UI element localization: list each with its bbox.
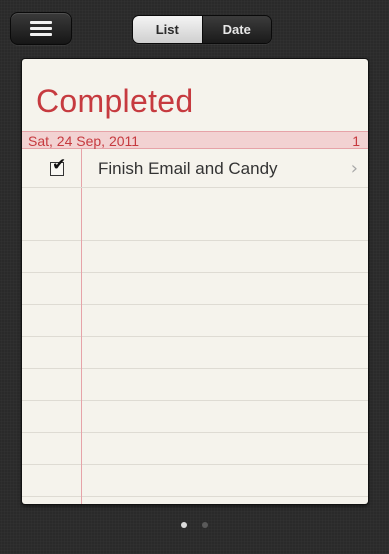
list-item-label: Finish Email and Candy xyxy=(98,159,278,178)
chevron-right-icon: › xyxy=(350,158,358,179)
reminders-list-page: Completed Sat, 24 Sep, 2011 1 ✔ Finish E… xyxy=(22,59,368,504)
completed-checkbox[interactable]: ✔ xyxy=(50,157,66,176)
toolbar: List Date xyxy=(0,0,389,58)
page-dot-current xyxy=(181,522,187,528)
section-count: 1 xyxy=(352,133,360,149)
tab-list[interactable]: List xyxy=(133,16,202,43)
checkmark-icon: ✔ xyxy=(52,155,67,175)
menu-button[interactable] xyxy=(10,12,72,45)
section-date: Sat, 24 Sep, 2011 xyxy=(28,133,140,149)
margin-line xyxy=(81,134,82,504)
list-icon xyxy=(30,20,52,37)
view-segmented-control: List Date xyxy=(132,15,272,44)
list-title: Completed xyxy=(36,83,194,119)
page-dot xyxy=(202,522,208,528)
list-item[interactable]: ✔ Finish Email and Candy › xyxy=(22,150,368,188)
tab-date[interactable]: Date xyxy=(201,16,271,43)
date-section-header: Sat, 24 Sep, 2011 1 xyxy=(22,131,368,149)
page-indicator[interactable] xyxy=(0,522,389,532)
ruled-lines xyxy=(22,209,368,504)
